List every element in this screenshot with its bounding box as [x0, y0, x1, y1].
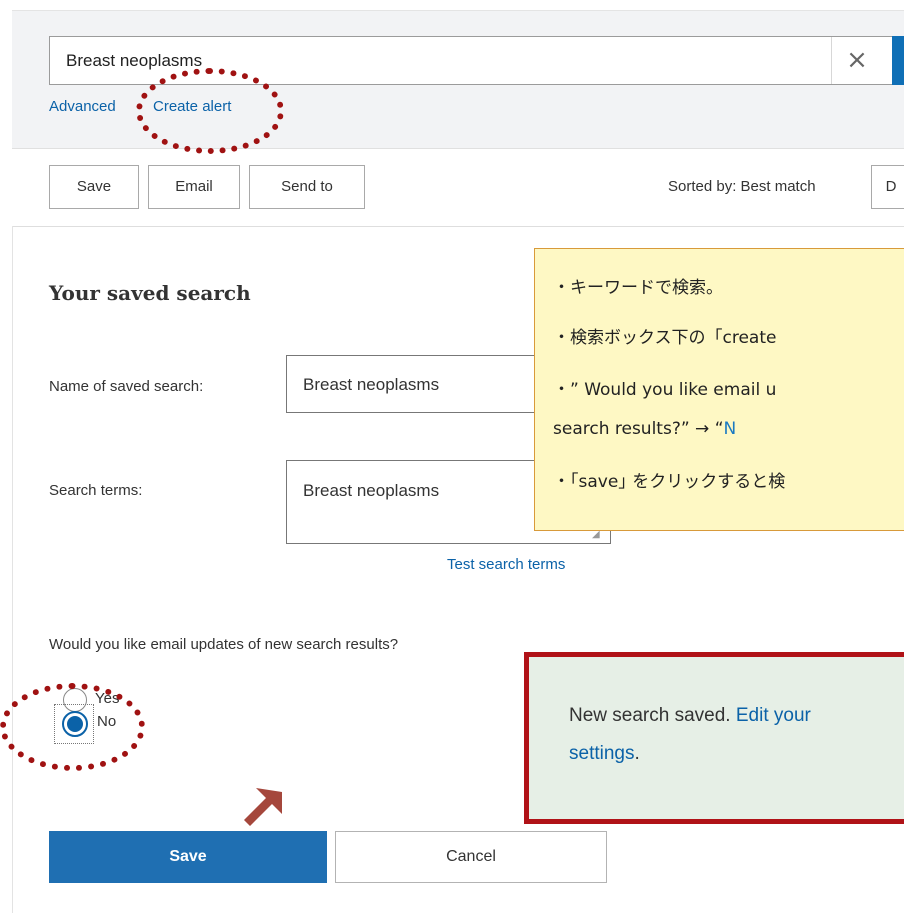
instruction-line: search results?” → “N	[553, 419, 736, 439]
display-options-button[interactable]: D	[871, 165, 904, 209]
highlight-ring	[136, 68, 284, 154]
confirmation-banner: New search saved. Edit your settings.	[524, 652, 904, 824]
email-updates-question: Would you like email updates of new sear…	[49, 636, 399, 653]
edit-settings-link[interactable]: Edit your	[736, 705, 811, 726]
divider	[12, 226, 13, 913]
settings-link[interactable]: settings	[569, 743, 634, 764]
divider	[12, 148, 904, 149]
instruction-text: search results?” → “	[553, 419, 724, 439]
confirmation-text: New search saved.	[569, 705, 736, 726]
email-button[interactable]: Email	[148, 165, 240, 209]
instruction-highlight: N	[723, 419, 737, 439]
sort-label: Sorted by: Best match	[668, 178, 816, 195]
instruction-line: ・” Would you like email u	[553, 380, 777, 400]
test-search-terms-link[interactable]: Test search terms	[447, 556, 565, 573]
arrow-icon	[244, 788, 282, 826]
confirmation-suffix: .	[634, 743, 640, 764]
instruction-line: ・｢save｣ をクリックすると検	[553, 472, 786, 492]
highlight-ring	[0, 683, 145, 771]
resize-handle-icon[interactable]: ◢	[592, 530, 604, 540]
instruction-callout: ・キーワードで検索。 ・検索ボックス下の「create ・” Would you…	[534, 248, 904, 531]
page-title: Your saved search	[49, 281, 251, 305]
cancel-button[interactable]: Cancel	[335, 831, 607, 883]
confirmation-message: New search saved. Edit your settings.	[569, 697, 811, 773]
search-terms-label: Search terms:	[49, 482, 143, 499]
advanced-link[interactable]: Advanced	[49, 98, 116, 115]
instruction-line: ・検索ボックス下の「create	[553, 328, 777, 348]
confirmation-content: New search saved. Edit your settings.	[529, 657, 904, 819]
search-button[interactable]	[892, 36, 904, 85]
send-to-button[interactable]: Send to	[249, 165, 365, 209]
name-label: Name of saved search:	[49, 378, 204, 395]
close-icon[interactable]: ×	[842, 43, 872, 77]
clear-divider	[831, 37, 832, 84]
instruction-line: ・キーワードで検索。	[553, 278, 723, 298]
divider	[12, 226, 904, 227]
save-search-button[interactable]: Save	[49, 165, 139, 209]
